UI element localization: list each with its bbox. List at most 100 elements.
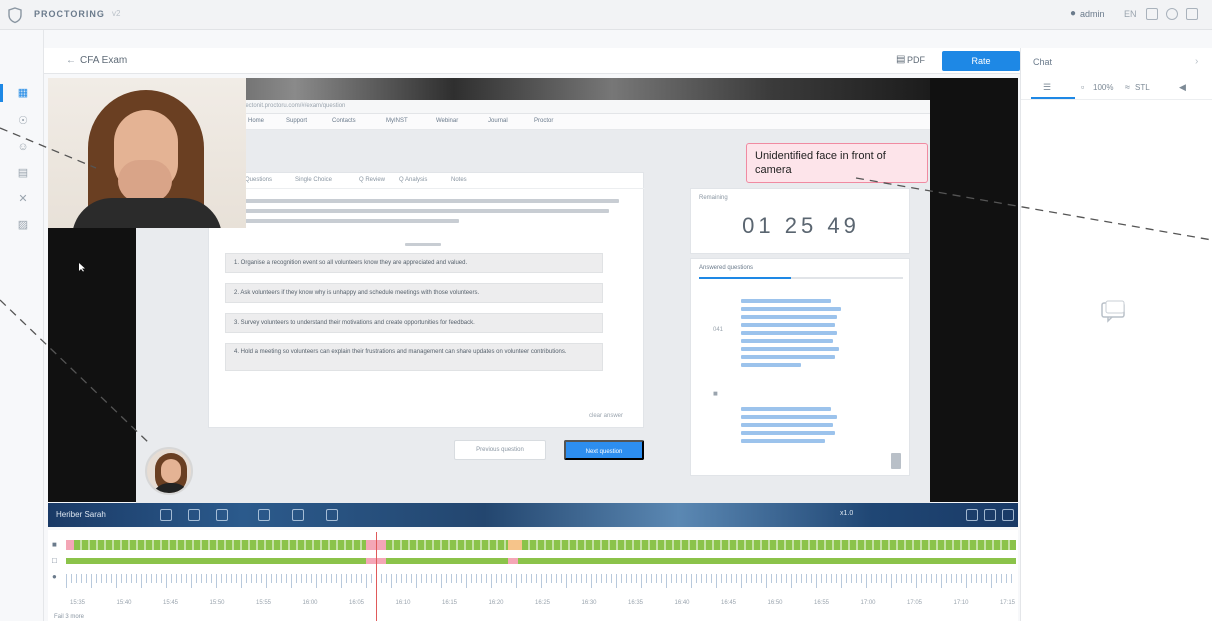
question-preview-line[interactable] — [741, 323, 835, 327]
timeline-time-label: 15:35 — [70, 600, 86, 606]
tools-nav-icon[interactable]: ✕ — [16, 192, 30, 206]
previous-question-button[interactable]: Previous question — [454, 440, 546, 460]
snapshot-icon[interactable] — [326, 509, 338, 521]
question-preview-line[interactable] — [741, 439, 825, 443]
settings-icon[interactable] — [1166, 8, 1178, 20]
question-preview-line[interactable] — [741, 415, 837, 419]
audio-tick — [701, 574, 702, 583]
question-preview-line[interactable] — [741, 423, 833, 427]
app-root: PROCTORING v2 ● admin EN ▦ ☉ ☺ ▤ ✕ ▨ ← C… — [0, 0, 1212, 621]
questions-scrollbar[interactable] — [891, 453, 901, 469]
question-preview-line[interactable] — [741, 307, 841, 311]
questions-list-card: Answered questions 041 ■ — [690, 258, 910, 476]
question-preview-line[interactable] — [741, 331, 837, 335]
question-preview-line[interactable] — [741, 407, 831, 411]
screen-toggle-icon[interactable] — [216, 509, 228, 521]
audio-tick — [641, 574, 642, 588]
play-icon[interactable] — [160, 509, 172, 521]
audio-tick — [626, 574, 627, 583]
audio-tick — [341, 574, 342, 588]
session-timeline[interactable]: ■ □ ● 15:35 15:40 15:45 15:50 15:55 16:00 16:0… — [48, 530, 1018, 621]
timeline-time-label: 15:55 — [256, 600, 272, 606]
timeline-time-label: 17:00 — [860, 600, 876, 606]
microphone-icon[interactable] — [258, 509, 270, 521]
reports-nav-icon[interactable]: ▤ — [16, 166, 30, 180]
audio-tick — [876, 574, 877, 583]
list-tab-icon[interactable]: ☰ — [1043, 82, 1051, 93]
volume-icon[interactable]: ◀ — [1179, 82, 1186, 93]
audio-tick — [926, 574, 927, 583]
camera-track[interactable] — [66, 540, 1016, 550]
audio-tick — [246, 574, 247, 583]
audio-tick — [301, 574, 302, 583]
question-preview-line[interactable] — [741, 431, 835, 435]
audio-tick — [661, 574, 662, 583]
audio-tick — [276, 574, 277, 583]
candidate-avatar[interactable] — [145, 447, 193, 495]
user-icon[interactable]: ● — [1070, 8, 1076, 19]
audio-tick — [746, 574, 747, 583]
camera-track-icon: ■ — [52, 540, 57, 549]
timeline-time-label: 16:00 — [302, 600, 318, 606]
back-arrow-icon[interactable]: ← — [66, 55, 76, 66]
timeline-playhead[interactable] — [376, 532, 377, 621]
answer-option-2[interactable]: 2. Ask volunteers if they know why is un… — [225, 283, 603, 303]
audio-tick — [871, 574, 872, 583]
wifi-icon[interactable]: ≈ — [1125, 82, 1130, 92]
audio-tick — [261, 574, 262, 583]
question-preview-line[interactable] — [741, 339, 833, 343]
playback-speed[interactable]: x1.0 — [840, 510, 853, 517]
language-selector[interactable]: EN — [1124, 9, 1137, 19]
audio-tick — [216, 574, 217, 588]
people-nav-icon[interactable]: ☺ — [16, 140, 30, 154]
question-preview-line[interactable] — [741, 355, 835, 359]
screen-banner-image — [136, 78, 930, 100]
answer-option-4[interactable]: 4. Hold a meeting so volunteers can expl… — [225, 343, 603, 371]
zoom-level[interactable]: 100% — [1093, 83, 1113, 92]
screen-track[interactable] — [66, 558, 1016, 564]
zoom-icon[interactable]: ▫ — [1081, 82, 1084, 92]
audio-tick — [596, 574, 597, 583]
rate-button[interactable]: Rate — [942, 51, 1020, 71]
question-preview-line[interactable] — [741, 347, 839, 351]
audio-tick — [481, 574, 482, 583]
question-preview-line[interactable] — [741, 299, 831, 303]
collapse-chevron-icon[interactable]: › — [1195, 56, 1198, 67]
menu-icon[interactable] — [1186, 8, 1198, 20]
grid-icon[interactable] — [1146, 8, 1158, 20]
audio-tick — [111, 574, 112, 583]
audio-tick — [786, 574, 787, 583]
pdf-export-link[interactable]: PDF — [907, 55, 925, 65]
audio-tick — [196, 574, 197, 583]
audio-tick — [456, 574, 457, 583]
volume-icon[interactable] — [966, 509, 978, 521]
audio-tick — [866, 574, 867, 588]
expand-icon[interactable] — [292, 509, 304, 521]
audio-tick — [256, 574, 257, 583]
question-icon: ■ — [713, 389, 718, 398]
audio-tick — [421, 574, 422, 583]
camera-toggle-icon[interactable] — [188, 509, 200, 521]
fullscreen-icon[interactable] — [1002, 509, 1014, 521]
user-name[interactable]: admin — [1080, 9, 1105, 19]
audio-tick — [296, 574, 297, 583]
audio-tick — [811, 574, 812, 583]
audio-tick — [651, 574, 652, 583]
question-preview-line[interactable] — [741, 363, 801, 367]
settings-icon[interactable] — [984, 509, 996, 521]
clear-answer-link[interactable]: clear answer — [589, 413, 623, 419]
webcam-feed[interactable] — [48, 78, 246, 228]
pdf-icon[interactable]: ▤ — [896, 54, 905, 65]
question-preview-line[interactable] — [741, 315, 837, 319]
answer-option-3[interactable]: 3. Survey volunteers to understand their… — [225, 313, 603, 333]
exams-nav-icon[interactable]: ▦ — [16, 86, 30, 100]
timeline-time-label: 17:05 — [907, 600, 923, 606]
folder-nav-icon[interactable]: ▨ — [16, 218, 30, 232]
network-label[interactable]: STL — [1135, 83, 1150, 92]
audio-track-icon: ● — [52, 572, 57, 581]
answer-option-1[interactable]: 1. Organise a recognition event so all v… — [225, 253, 603, 273]
users-nav-icon[interactable]: ☉ — [16, 114, 30, 128]
audio-tick — [201, 574, 202, 583]
next-question-button[interactable]: Next question — [564, 440, 644, 460]
audio-tick — [546, 574, 547, 583]
